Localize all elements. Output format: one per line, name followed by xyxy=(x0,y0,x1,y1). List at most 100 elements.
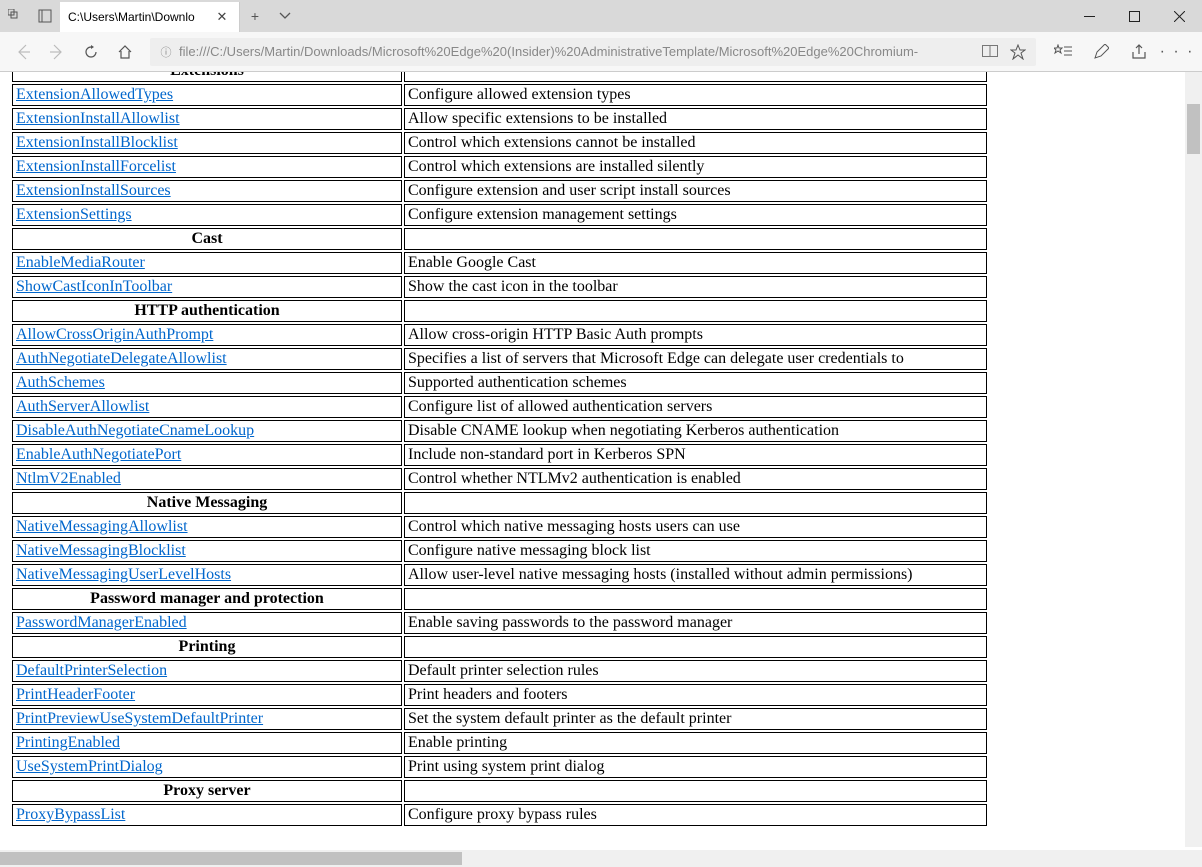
policy-row: DisableAuthNegotiateCnameLookup Disable C… xyxy=(12,420,987,442)
policy-link[interactable]: EnableAuthNegotiatePort xyxy=(16,446,181,463)
policy-link[interactable]: ExtensionInstallSources xyxy=(16,182,171,199)
policy-row: AllowCrossOriginAuthPromptAllow cross-or… xyxy=(12,324,987,346)
section-header: Native Messaging xyxy=(12,492,402,514)
more-icon[interactable]: · · · xyxy=(1158,32,1196,72)
vertical-scrollbar[interactable] xyxy=(1185,72,1202,847)
policy-desc: Configure proxy bypass rules xyxy=(404,804,987,826)
policy-row: AuthServerAllowlist Configure list of all… xyxy=(12,396,987,418)
close-window-button[interactable] xyxy=(1157,0,1202,32)
policy-desc: Allow specific extensions to be installe… xyxy=(404,108,987,130)
policy-row: AuthSchemes Supported authentication sche… xyxy=(12,372,987,394)
policy-desc: Configure extension management settings xyxy=(404,204,987,226)
policy-desc: Control whether NTLMv2 authentication is… xyxy=(404,468,987,490)
policy-desc: Configure list of allowed authentication… xyxy=(404,396,987,418)
policy-link[interactable]: AuthServerAllowlist xyxy=(16,398,149,415)
policy-link[interactable]: DisableAuthNegotiateCnameLookup xyxy=(16,422,254,439)
section-header-empty xyxy=(404,72,987,82)
policy-link[interactable]: PasswordManagerEnabled xyxy=(16,614,187,631)
back-button[interactable] xyxy=(6,32,40,72)
section-header: Proxy server xyxy=(12,780,402,802)
policy-desc: Print headers and footers xyxy=(404,684,987,706)
policy-row: ExtensionInstallAllowlist Allow specific … xyxy=(12,108,987,130)
notes-icon[interactable] xyxy=(1082,32,1120,72)
policy-link[interactable]: ProxyBypassList xyxy=(16,806,125,823)
policy-row: NativeMessagingBlocklistConfigure native… xyxy=(12,540,987,562)
policy-desc: Control which extensions cannot be insta… xyxy=(404,132,987,154)
minimize-button[interactable] xyxy=(1067,0,1112,32)
policy-link[interactable]: EnableMediaRouter xyxy=(16,254,145,271)
policy-row: EnableAuthNegotiatePort Include non-stand… xyxy=(12,444,987,466)
policy-row: NativeMessagingUserLevelHosts Allow user-… xyxy=(12,564,987,586)
horizontal-scrollbar[interactable] xyxy=(0,850,1202,867)
favorite-icon[interactable] xyxy=(1006,40,1030,64)
section-header: Printing xyxy=(12,636,402,658)
policy-link[interactable]: NativeMessagingUserLevelHosts xyxy=(16,566,231,583)
share-icon[interactable] xyxy=(1120,32,1158,72)
policy-link[interactable]: ExtensionAllowedTypes xyxy=(16,86,173,103)
policy-link[interactable]: AuthNegotiateDelegateAllowlist xyxy=(16,350,227,367)
policy-row: ExtensionAllowedTypesConfigure allowed e… xyxy=(12,84,987,106)
policy-row: EnableMediaRouter Enable Google Cast xyxy=(12,252,987,274)
policy-link[interactable]: AuthSchemes xyxy=(16,374,105,391)
policy-desc: Disable CNAME lookup when negotiating Ke… xyxy=(404,420,987,442)
policy-link[interactable]: ShowCastIconInToolbar xyxy=(16,278,172,295)
close-tab-icon[interactable]: ✕ xyxy=(213,9,231,25)
policy-link[interactable]: PrintingEnabled xyxy=(16,734,120,751)
toolbar: ⓘ file:///C:/Users/Martin/Downloads/Micr… xyxy=(0,32,1202,72)
policy-link[interactable]: DefaultPrinterSelection xyxy=(16,662,167,679)
policy-link[interactable]: ExtensionInstallBlocklist xyxy=(16,134,178,151)
section-header-empty xyxy=(404,636,987,658)
tab-title: C:\Users\Martin\Downlo xyxy=(68,10,213,24)
section-header-empty xyxy=(404,780,987,802)
policy-row: PrintHeaderFooter Print headers and foote… xyxy=(12,684,987,706)
set-aside-tabs-icon[interactable] xyxy=(30,0,60,32)
section-header: Password manager and protection xyxy=(12,588,402,610)
titlebar: C:\Users\Martin\Downlo ✕ + xyxy=(0,0,1202,32)
section-header-empty xyxy=(404,300,987,322)
policy-link[interactable]: ExtensionInstallForcelist xyxy=(16,158,176,175)
policy-link[interactable]: PrintHeaderFooter xyxy=(16,686,135,703)
policy-link[interactable]: ExtensionSettings xyxy=(16,206,132,223)
policy-link[interactable]: NtlmV2Enabled xyxy=(16,470,121,487)
tab-menu-icon[interactable] xyxy=(270,0,300,32)
policy-link[interactable]: ExtensionInstallAllowlist xyxy=(16,110,180,127)
section-header: HTTP authentication xyxy=(12,300,402,322)
vertical-scrollbar-thumb[interactable] xyxy=(1187,104,1200,154)
policy-desc: Set the system default printer as the de… xyxy=(404,708,987,730)
address-bar[interactable]: ⓘ file:///C:/Users/Martin/Downloads/Micr… xyxy=(150,38,1036,66)
policy-row: PasswordManagerEnabled Enable saving pass… xyxy=(12,612,987,634)
policy-link[interactable]: PrintPreviewUseSystemDefaultPrinter xyxy=(16,710,263,727)
policy-desc: Enable saving passwords to the password … xyxy=(404,612,987,634)
policy-desc: Allow user-level native messaging hosts … xyxy=(404,564,987,586)
policy-desc: Enable Google Cast xyxy=(404,252,987,274)
policy-desc: Supported authentication schemes xyxy=(404,372,987,394)
favorites-list-icon[interactable] xyxy=(1044,32,1082,72)
policy-row: AuthNegotiateDelegateAllowlistSpecifies … xyxy=(12,348,987,370)
policy-row: DefaultPrinterSelectionDefault printer s… xyxy=(12,660,987,682)
recent-activity-icon[interactable] xyxy=(0,0,30,32)
policy-row: ExtensionInstallBlocklist Control which e… xyxy=(12,132,987,154)
home-button[interactable] xyxy=(108,32,142,72)
policy-row: ExtensionInstallSourcesConfigure extensi… xyxy=(12,180,987,202)
refresh-button[interactable] xyxy=(74,32,108,72)
url-text: file:///C:/Users/Martin/Downloads/Micros… xyxy=(176,44,978,59)
new-tab-button[interactable]: + xyxy=(240,0,270,32)
policy-link[interactable]: NativeMessagingBlocklist xyxy=(16,542,186,559)
browser-tab[interactable]: C:\Users\Martin\Downlo ✕ xyxy=(60,2,240,32)
policy-desc: Include non-standard port in Kerberos SP… xyxy=(404,444,987,466)
policy-link[interactable]: AllowCrossOriginAuthPrompt xyxy=(16,326,213,343)
policy-row: NtlmV2Enabled Control whether NTLMv2 auth… xyxy=(12,468,987,490)
info-icon[interactable]: ⓘ xyxy=(156,44,176,60)
policy-link[interactable]: UseSystemPrintDialog xyxy=(16,758,163,775)
policy-link[interactable]: NativeMessagingAllowlist xyxy=(16,518,188,535)
section-header: Extensions xyxy=(12,72,402,82)
page-content: ExtensionsExtensionAllowedTypesConfigure… xyxy=(0,72,1182,847)
maximize-button[interactable] xyxy=(1112,0,1157,32)
policy-row: ProxyBypassList Configure proxy bypass ru… xyxy=(12,804,987,826)
horizontal-scrollbar-thumb[interactable] xyxy=(0,852,462,865)
policy-desc: Enable printing xyxy=(404,732,987,754)
section-header-empty xyxy=(404,588,987,610)
reading-view-icon[interactable] xyxy=(978,40,1002,64)
forward-button[interactable] xyxy=(40,32,74,72)
policy-desc: Print using system print dialog xyxy=(404,756,987,778)
